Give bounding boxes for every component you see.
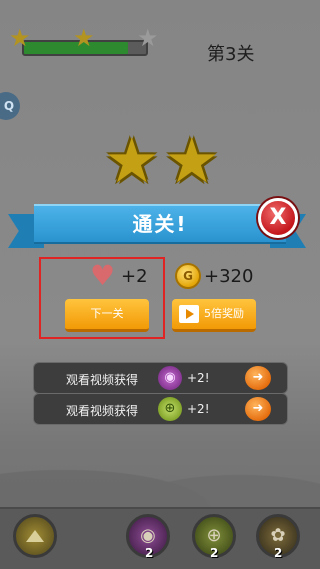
result-title-ribbon: 通关! [34,204,286,244]
result-star-icon-2: ★ [164,124,220,197]
level-label: 第3关 [207,44,255,65]
progress-star-icon-1: ★ [9,24,31,52]
arrow-right-icon[interactable]: ➜ [245,397,271,421]
result-star-icon-1: ★ [104,124,160,197]
next-level-button[interactable]: 下一关 [65,299,149,332]
progress-star-icon-2: ★ [73,24,95,52]
candy-icon: ◉ [158,366,182,390]
video-offer-row[interactable]: 观看视频获得 ◉ +2! ➜ [33,362,288,394]
video-offer-label: 观看视频获得 [66,373,139,387]
video-icon [179,305,199,323]
side-tab-label: Q [3,99,15,113]
next-level-label: 下一关 [90,307,124,320]
five-times-reward-button[interactable]: 5倍奖励 [172,299,256,332]
video-offer-bonus: +2! [187,371,210,385]
close-icon: X [269,205,287,230]
heart-icon: ♥ [90,259,116,292]
target-icon: ⊕ [158,397,182,421]
booster-count: 2 [274,546,283,560]
five-times-reward-label: 5倍奖励 [204,307,244,320]
background-scenery [0,440,320,510]
video-offer-bonus: +2! [187,402,210,416]
video-offer-row[interactable]: 观看视频获得 ⊕ +2! ➜ [33,393,288,425]
progress-star-icon-3: ★ [137,24,159,52]
booster-count: 2 [145,546,154,560]
arrow-right-icon[interactable]: ➜ [245,366,271,390]
heart-reward: +2 [121,266,148,287]
up-arrow-icon[interactable] [13,514,57,558]
video-offer-label: 观看视频获得 [66,404,139,418]
result-title: 通关! [132,212,188,236]
coin-icon: G [175,263,201,289]
booster-count: 2 [210,546,219,560]
close-button[interactable]: X [258,198,298,238]
coin-reward: +320 [204,266,254,287]
